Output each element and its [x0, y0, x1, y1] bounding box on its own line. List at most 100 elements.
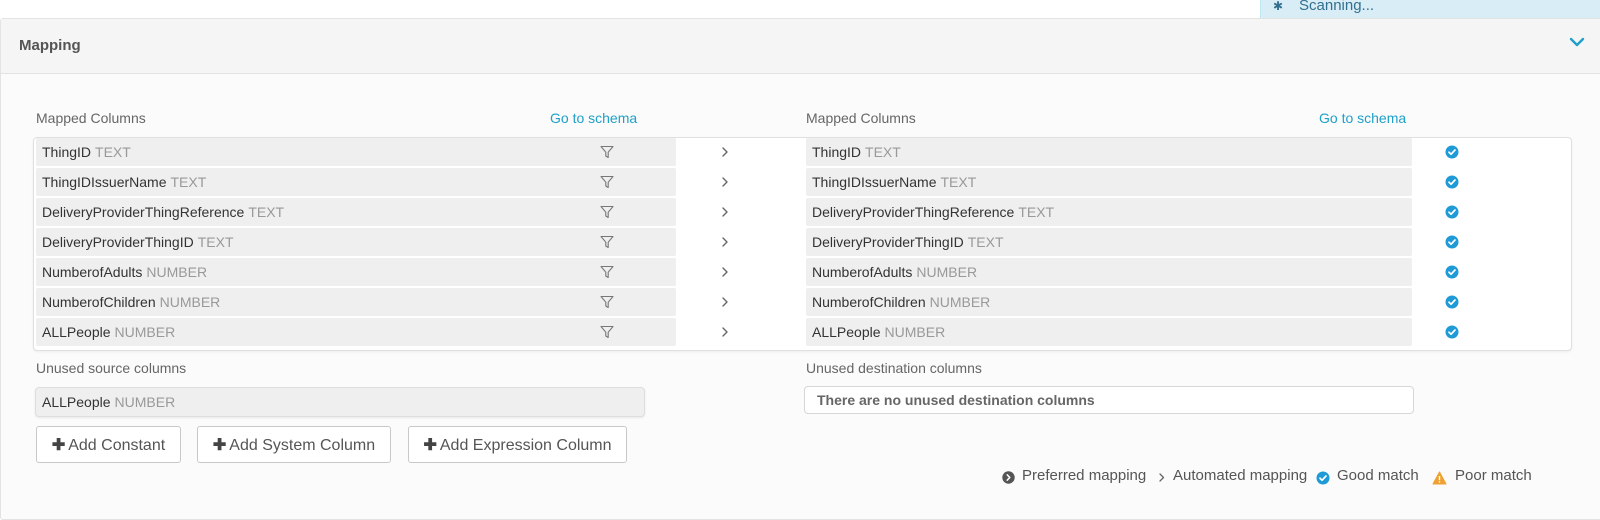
plus-icon: ✚: [51, 437, 66, 454]
legend-preferred-mapping: Preferred mapping: [1022, 467, 1147, 484]
good-match-icon: [1316, 471, 1330, 490]
source-column-type: TEXT: [248, 204, 285, 220]
legend-good-match: Good match: [1337, 467, 1419, 484]
destination-column-type: TEXT: [967, 234, 1004, 250]
destination-column-name: DeliveryProviderThingReference: [812, 204, 1015, 220]
chevron-down-icon[interactable]: [1569, 35, 1585, 53]
source-column[interactable]: ThingID TEXT: [36, 138, 676, 166]
destination-column[interactable]: NumberofChildren NUMBER: [806, 288, 1412, 316]
filter-icon[interactable]: [600, 235, 614, 249]
source-column-name: NumberofChildren: [42, 294, 156, 310]
chevron-right-icon[interactable]: [719, 174, 731, 190]
good-match-icon: [1445, 265, 1459, 279]
chevron-right-icon[interactable]: [719, 234, 731, 250]
source-column[interactable]: DeliveryProviderThingReference TEXT: [36, 198, 676, 226]
source-column[interactable]: NumberofChildren NUMBER: [36, 288, 676, 316]
destination-column[interactable]: ALLPeople NUMBER: [806, 318, 1412, 346]
destination-column[interactable]: ThingID TEXT: [806, 138, 1412, 166]
destination-column-name: ThingIDIssuerName: [812, 174, 937, 190]
destination-column-name: NumberofAdults: [812, 264, 913, 280]
destination-mapped-columns-header: Mapped Columns: [806, 110, 916, 126]
add-expression-column-label: Add Expression Column: [439, 437, 612, 454]
source-column[interactable]: ThingIDIssuerName TEXT: [36, 168, 676, 196]
mapped-columns-list: ThingID TEXT ThingID TEXT ThingIDIssuerNam…: [33, 137, 1572, 351]
add-system-column-label: Add System Column: [229, 437, 376, 454]
automated-mapping-icon: [1157, 471, 1167, 489]
destination-column[interactable]: ThingIDIssuerName TEXT: [806, 168, 1412, 196]
destination-column-name: ThingID: [812, 144, 862, 160]
mapping-row: ThingIDIssuerName TEXT ThingIDIssuerName T…: [34, 168, 1571, 196]
source-column-name: NumberofAdults: [42, 264, 143, 280]
source-column-type: TEXT: [95, 144, 131, 160]
chevron-right-icon[interactable]: [719, 204, 731, 220]
mapping-row: NumberofChildren NUMBER NumberofChildren N…: [34, 288, 1571, 316]
add-constant-button[interactable]: ✚ Add Constant: [36, 426, 181, 463]
good-match-icon: [1445, 235, 1459, 249]
source-column-name: ThingIDIssuerName: [42, 174, 167, 190]
destination-column[interactable]: NumberofAdults NUMBER: [806, 258, 1412, 286]
add-constant-label: Add Constant: [68, 437, 166, 454]
destination-column-name: NumberofChildren: [812, 294, 926, 310]
plus-icon: ✚: [212, 437, 227, 454]
spinner-icon: ✱: [1273, 0, 1284, 13]
mapping-row: ALLPeople NUMBER ALLPeople NUMBER: [34, 318, 1571, 346]
destination-column-type: NUMBER: [884, 324, 946, 340]
unused-destination-columns-label: Unused destination columns: [806, 360, 982, 376]
empty-message-text: There are no unused destination columns: [817, 392, 1095, 408]
destination-column-type: NUMBER: [916, 264, 978, 280]
preferred-mapping-icon: [1002, 471, 1015, 489]
good-match-icon: [1445, 205, 1459, 219]
source-column-name: ALLPeople: [42, 324, 111, 340]
panel-header[interactable]: Mapping: [1, 19, 1600, 74]
unused-destination-empty-message: There are no unused destination columns: [804, 386, 1414, 414]
mapping-row: DeliveryProviderThingID TEXT DeliveryProv…: [34, 228, 1571, 256]
source-column-name: ThingID: [42, 144, 92, 160]
destination-column-type: TEXT: [940, 174, 977, 190]
source-column[interactable]: DeliveryProviderThingID TEXT: [36, 228, 676, 256]
source-column-name: DeliveryProviderThingID: [42, 234, 194, 250]
filter-icon[interactable]: [600, 145, 614, 159]
filter-icon[interactable]: [600, 325, 614, 339]
destination-column[interactable]: DeliveryProviderThingReference TEXT: [806, 198, 1412, 226]
unused-source-column[interactable]: ALLPeople NUMBER: [35, 387, 645, 417]
mapping-row: NumberofAdults NUMBER NumberofAdults NUMBE…: [34, 258, 1571, 286]
good-match-icon: [1445, 145, 1459, 159]
chevron-right-icon[interactable]: [719, 144, 731, 160]
source-column[interactable]: NumberofAdults NUMBER: [36, 258, 676, 286]
panel-title: Mapping: [19, 37, 81, 54]
source-column-type: TEXT: [197, 234, 234, 250]
filter-icon[interactable]: [600, 295, 614, 309]
legend-automated-mapping: Automated mapping: [1173, 467, 1308, 484]
chevron-right-icon[interactable]: [719, 294, 731, 310]
filter-icon[interactable]: [600, 205, 614, 219]
unused-source-column-type: NUMBER: [114, 394, 176, 410]
good-match-icon: [1445, 295, 1459, 309]
destination-column-name: ALLPeople: [812, 324, 881, 340]
source-column[interactable]: ALLPeople NUMBER: [36, 318, 676, 346]
source-column-type: NUMBER: [159, 294, 221, 310]
destination-column-type: NUMBER: [929, 294, 991, 310]
filter-icon[interactable]: [600, 265, 614, 279]
source-column-type: NUMBER: [114, 324, 176, 340]
filter-icon[interactable]: [600, 175, 614, 189]
destination-column-type: TEXT: [1018, 204, 1055, 220]
chevron-right-icon[interactable]: [719, 324, 731, 340]
add-system-column-button[interactable]: ✚ Add System Column: [197, 426, 391, 463]
destination-column[interactable]: DeliveryProviderThingID TEXT: [806, 228, 1412, 256]
warning-icon: [1432, 471, 1447, 490]
good-match-icon: [1445, 175, 1459, 189]
destination-go-to-schema-link[interactable]: Go to schema: [1319, 110, 1406, 126]
add-expression-column-button[interactable]: ✚ Add Expression Column: [408, 426, 627, 463]
destination-column-type: TEXT: [865, 144, 901, 160]
legend-poor-match: Poor match: [1455, 467, 1532, 484]
source-go-to-schema-link[interactable]: Go to schema: [550, 110, 637, 126]
plus-icon: ✚: [423, 437, 437, 454]
notification-text: Scanning...: [1299, 0, 1375, 14]
chevron-right-icon[interactable]: [719, 264, 731, 280]
unused-source-columns-label: Unused source columns: [36, 360, 187, 376]
unused-source-column-name: ALLPeople: [42, 394, 111, 410]
source-mapped-columns-header: Mapped Columns: [36, 110, 146, 126]
source-column-name: DeliveryProviderThingReference: [42, 204, 245, 220]
source-column-type: TEXT: [170, 174, 207, 190]
good-match-icon: [1445, 325, 1459, 339]
